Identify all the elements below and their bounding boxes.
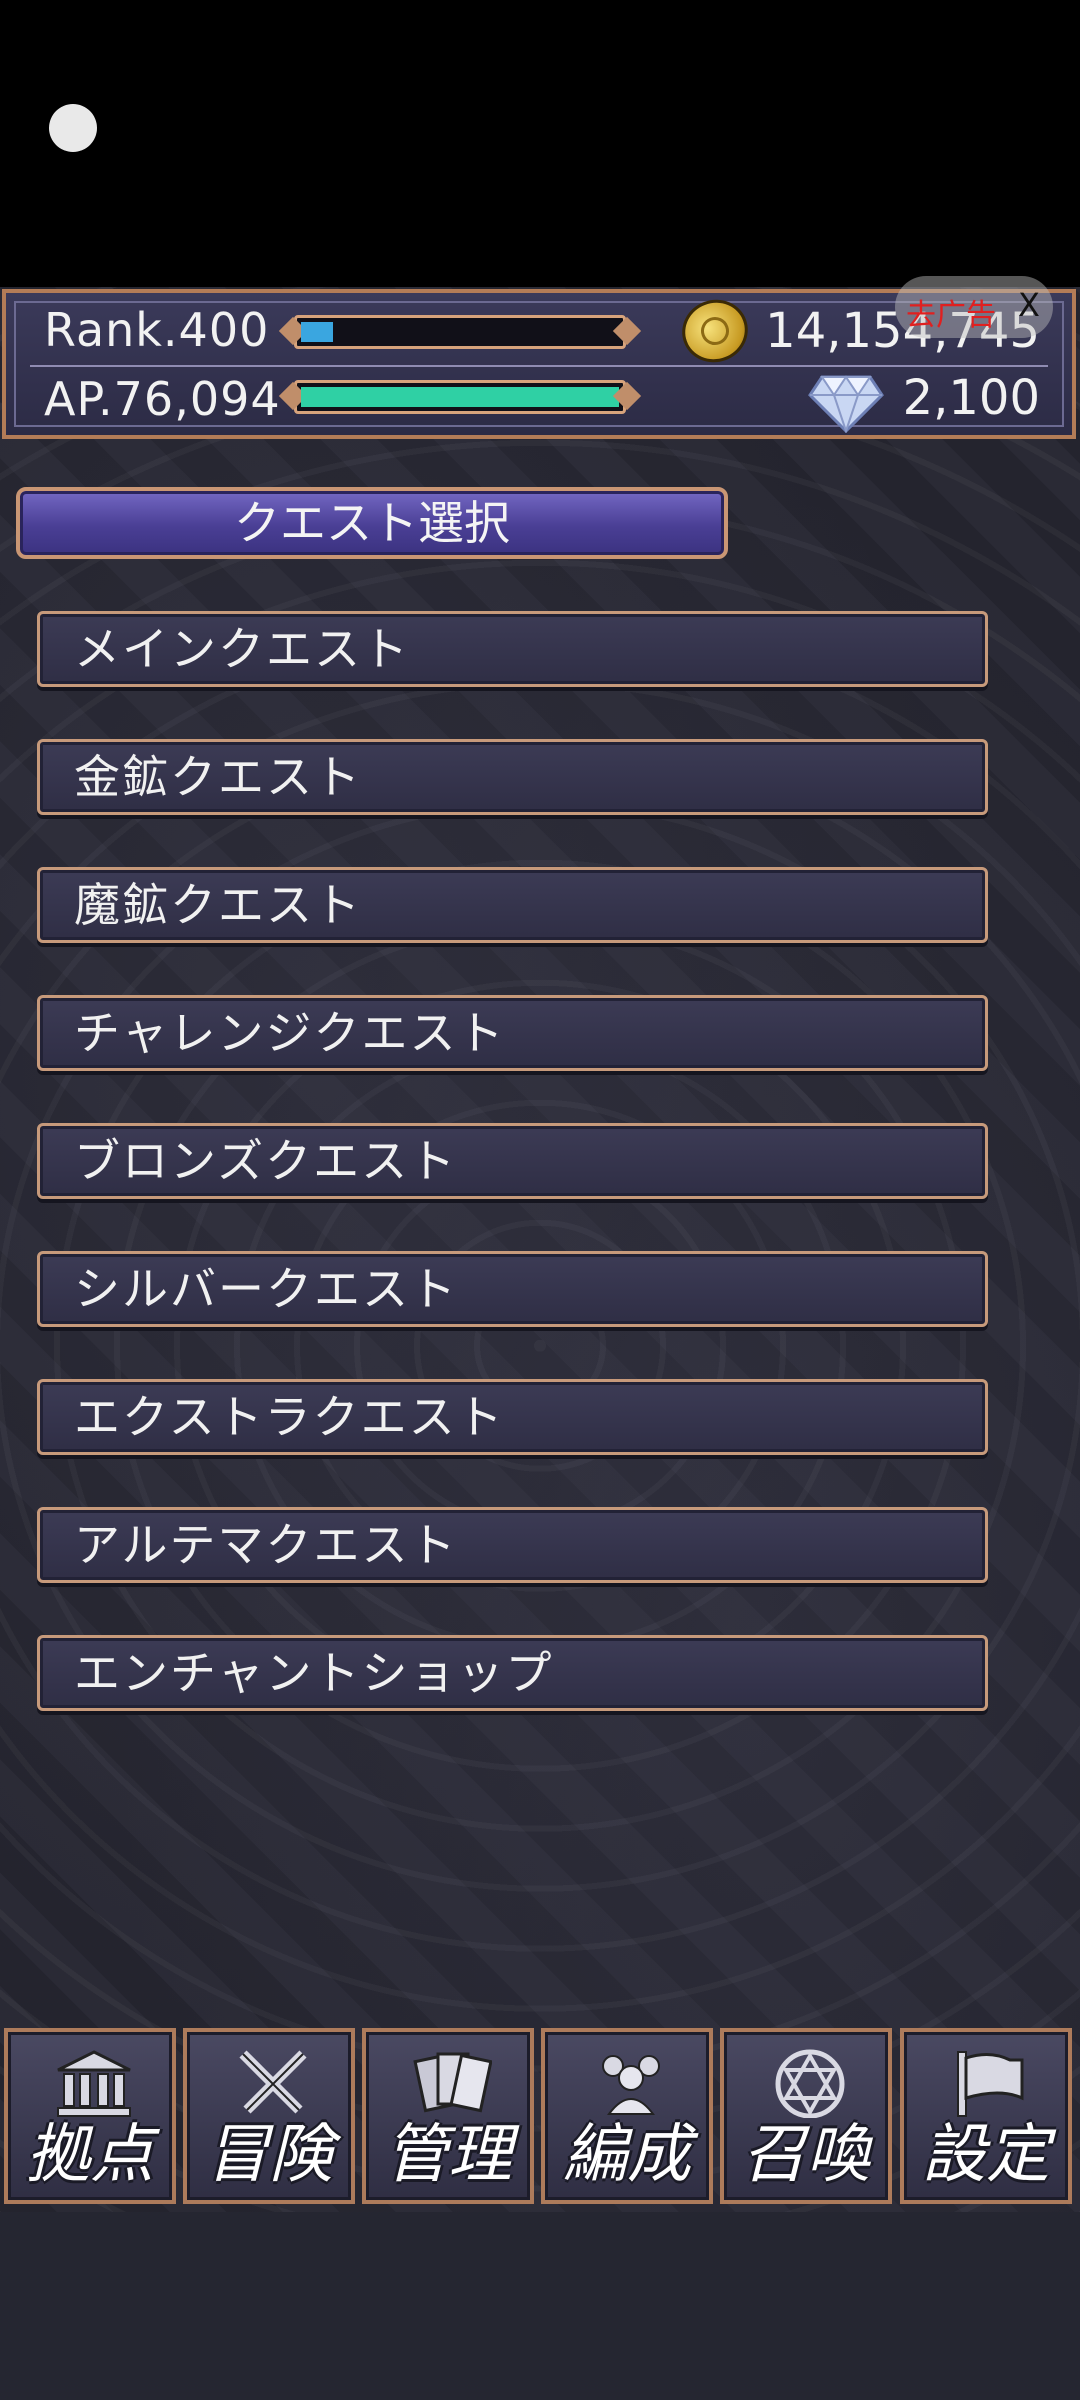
gem-value: 2,100 bbox=[902, 370, 1040, 426]
quest-button-silver[interactable]: シルバークエスト bbox=[37, 1251, 988, 1327]
nav-label: 拠点 bbox=[26, 2118, 154, 2192]
quest-label: エクストラクエスト bbox=[74, 1390, 505, 1444]
nav-label: 管理 bbox=[384, 2118, 512, 2192]
nav-label: 設定 bbox=[922, 2118, 1050, 2192]
party-group-icon bbox=[602, 2055, 660, 2115]
status-dot bbox=[49, 104, 97, 152]
enchant-shop-button[interactable]: エンチャントショップ bbox=[37, 1635, 988, 1711]
nav-summon-button[interactable]: 召喚 bbox=[720, 2028, 892, 2204]
page-title: クエスト選択 bbox=[234, 496, 510, 550]
game-background bbox=[0, 287, 1080, 2212]
crossed-swords-icon bbox=[239, 2050, 307, 2114]
cards-icon bbox=[413, 2052, 492, 2113]
quest-button-challenge[interactable]: チャレンジクエスト bbox=[37, 995, 988, 1071]
hexagram-icon bbox=[775, 2049, 845, 2118]
nav-settings-button[interactable]: 設定 bbox=[900, 2028, 1072, 2204]
quest-button-extra[interactable]: エクストラクエスト bbox=[37, 1379, 988, 1455]
nav-adventure-button[interactable]: 冒険 bbox=[183, 2028, 355, 2204]
nav-formation-button[interactable]: 編成 bbox=[541, 2028, 713, 2204]
quest-label: エンチャントショップ bbox=[74, 1646, 554, 1700]
nav-base-button[interactable]: 拠点 bbox=[4, 2028, 176, 2204]
quest-label: メインクエスト bbox=[74, 622, 410, 676]
quest-button-magic-mine[interactable]: 魔鉱クエスト bbox=[37, 867, 988, 943]
flag-settings-icon bbox=[957, 2051, 1024, 2117]
close-ad-icon[interactable]: X bbox=[1018, 286, 1040, 324]
ap-bar-fill bbox=[301, 387, 619, 407]
quest-button-gold-mine[interactable]: 金鉱クエスト bbox=[37, 739, 988, 815]
remove-ad-label[interactable]: 去广告 bbox=[906, 290, 996, 334]
quest-label: 魔鉱クエスト bbox=[74, 878, 362, 932]
base-building-icon bbox=[57, 2050, 131, 2117]
rank-bar-fill bbox=[301, 322, 333, 342]
quest-label: ブロンズクエスト bbox=[74, 1134, 458, 1188]
ap-bar bbox=[294, 380, 626, 414]
bottom-nav: 拠点 冒険 管理 編成 召喚 設定 bbox=[0, 2028, 1080, 2208]
rank-bar bbox=[294, 315, 626, 349]
nav-label: 冒険 bbox=[205, 2118, 333, 2192]
ap-label: AP.76,094 bbox=[44, 372, 281, 426]
quest-button-main[interactable]: メインクエスト bbox=[37, 611, 988, 687]
quest-button-bronze[interactable]: ブロンズクエスト bbox=[37, 1123, 988, 1199]
quest-label: チャレンジクエスト bbox=[74, 1006, 506, 1060]
quest-label: 金鉱クエスト bbox=[74, 750, 362, 804]
quest-button-ultima[interactable]: アルテマクエスト bbox=[37, 1507, 988, 1583]
bottom-empty-area bbox=[0, 2212, 1080, 2400]
quest-label: シルバークエスト bbox=[74, 1262, 458, 1316]
nav-manage-button[interactable]: 管理 bbox=[362, 2028, 534, 2204]
header-divider bbox=[30, 365, 1048, 367]
quest-label: アルテマクエスト bbox=[74, 1518, 458, 1572]
nav-label: 編成 bbox=[563, 2118, 691, 2192]
nav-label: 召喚 bbox=[742, 2118, 870, 2192]
rank-label: Rank.400 bbox=[44, 303, 270, 357]
screen: Rank.400 AP.76,094 14,154,745 2,100 去广告 … bbox=[0, 0, 1080, 2400]
